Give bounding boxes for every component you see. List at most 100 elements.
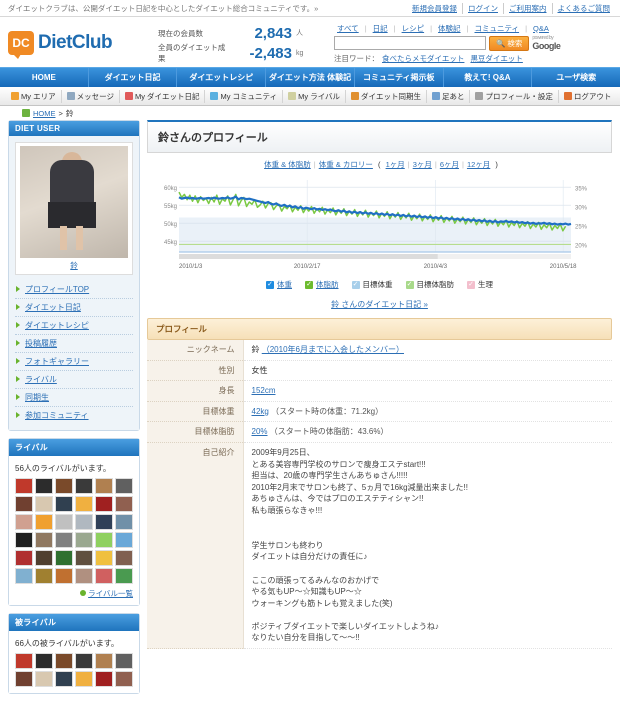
- sidebar-item-photo-gallery[interactable]: フォトギャラリー: [15, 353, 133, 371]
- rival-thumbnail[interactable]: [35, 496, 53, 512]
- legend-label-bodyfat[interactable]: 体脂肪: [316, 279, 339, 290]
- mnav-my-rival[interactable]: My ライバル: [283, 89, 347, 103]
- mnav-logout[interactable]: ログアウト: [559, 90, 617, 103]
- nickname-member-note-link[interactable]: （2010年6月までに入会したメンバー）: [262, 345, 404, 354]
- sidebar-link-photo-gallery[interactable]: フォトギャラリー: [25, 357, 89, 366]
- rival-thumbnail[interactable]: [75, 671, 93, 687]
- guide-link[interactable]: ご利用案内: [504, 2, 553, 14]
- rival-thumbnail[interactable]: [95, 478, 113, 494]
- rival-thumbnail[interactable]: [55, 568, 73, 584]
- sidebar-item-post-history[interactable]: 投稿履歴: [15, 335, 133, 353]
- rival-thumbnail[interactable]: [55, 478, 73, 494]
- range-6month[interactable]: 6ヶ月: [437, 160, 462, 169]
- rival-thumbnail[interactable]: [95, 532, 113, 548]
- rival-thumbnail[interactable]: [15, 478, 33, 494]
- rival-thumbnail[interactable]: [55, 532, 73, 548]
- legend-label-weight[interactable]: 体重: [277, 279, 292, 290]
- rival-thumbnail[interactable]: [35, 568, 53, 584]
- legend-item-target-bodyfat[interactable]: ✓ 目標体脂肪: [405, 279, 454, 290]
- rival-thumbnail[interactable]: [35, 671, 53, 687]
- checkbox-period[interactable]: ✓: [467, 280, 475, 289]
- range-1month[interactable]: 1ヶ月: [383, 160, 408, 169]
- rival-thumbnail[interactable]: [55, 496, 73, 512]
- sidebar-link-rival[interactable]: ライバル: [25, 375, 57, 384]
- sidebar-item-diet-recipe[interactable]: ダイエットレシピ: [15, 317, 133, 335]
- search-cat-all[interactable]: すべて: [334, 24, 362, 33]
- rival-thumbnail[interactable]: [35, 653, 53, 669]
- rival-thumbnail[interactable]: [115, 478, 133, 494]
- mnav-my-diary[interactable]: My ダイエット日記: [120, 89, 206, 103]
- avatar-name-link[interactable]: 鈴: [70, 261, 78, 270]
- sidebar-link-diet-recipe[interactable]: ダイエットレシピ: [25, 321, 89, 330]
- search-button[interactable]: 🔍 検索: [489, 35, 530, 51]
- rival-thumbnail[interactable]: [35, 478, 53, 494]
- rival-thumbnail[interactable]: [35, 532, 53, 548]
- rival-thumbnail[interactable]: [55, 514, 73, 530]
- rival-thumbnail[interactable]: [15, 514, 33, 530]
- rival-thumbnail[interactable]: [75, 478, 93, 494]
- target-bodyfat-link[interactable]: 20%: [252, 427, 268, 436]
- search-cat-experience[interactable]: 体験記: [435, 24, 464, 33]
- sidebar-link-communities[interactable]: 参加コミュニティ: [25, 411, 89, 420]
- checkbox-bodyfat[interactable]: ✓: [305, 280, 313, 289]
- sidebar-link-diet-diary[interactable]: ダイエット日記: [25, 303, 81, 312]
- search-input[interactable]: [334, 36, 486, 50]
- avatar-frame[interactable]: 鈴: [15, 142, 133, 275]
- rival-thumbnail[interactable]: [115, 568, 133, 584]
- sidebar-link-post-history[interactable]: 投稿履歴: [25, 339, 57, 348]
- rival-thumbnail[interactable]: [75, 514, 93, 530]
- mnav-my-community[interactable]: My コミュニティ: [205, 89, 284, 103]
- rival-thumbnail[interactable]: [75, 653, 93, 669]
- sidebar-link-peers[interactable]: 同期生: [25, 393, 49, 402]
- legend-item-target-weight[interactable]: ✓ 目標体重: [351, 279, 393, 290]
- site-logo[interactable]: DC DietClub: [8, 31, 158, 59]
- user-diary-link[interactable]: 鈴 さんのダイエット日記 »: [331, 300, 428, 309]
- checkbox-target-bodyfat[interactable]: ✓: [405, 280, 414, 289]
- rival-thumbnail[interactable]: [15, 671, 33, 687]
- sidebar-item-diet-diary[interactable]: ダイエット日記: [15, 299, 133, 317]
- rival-thumbnail[interactable]: [35, 550, 53, 566]
- rival-thumbnail[interactable]: [95, 550, 113, 566]
- gnav-diet-recipe[interactable]: ダイエットレシピ: [177, 68, 267, 87]
- sidebar-item-peers[interactable]: 同期生: [15, 389, 133, 407]
- rival-thumbnail[interactable]: [75, 568, 93, 584]
- rival-thumbnail[interactable]: [15, 653, 33, 669]
- hot-keyword-1[interactable]: 食べたらメモダイエット: [379, 54, 467, 63]
- checkbox-weight[interactable]: ✓: [266, 280, 274, 289]
- sidebar-item-communities[interactable]: 参加コミュニティ: [15, 407, 133, 424]
- rival-thumbnail[interactable]: [115, 496, 133, 512]
- rival-thumbnail[interactable]: [55, 550, 73, 566]
- mnav-diet-peers[interactable]: ダイエット同期生: [346, 89, 427, 103]
- rival-thumbnail[interactable]: [95, 496, 113, 512]
- rival-thumbnail[interactable]: [15, 496, 33, 512]
- register-link[interactable]: 新規会員登録: [407, 2, 463, 14]
- search-cat-diary[interactable]: 日記: [370, 24, 391, 33]
- rival-thumbnail[interactable]: [95, 653, 113, 669]
- search-cat-qa[interactable]: Q&A: [530, 24, 552, 33]
- faq-link[interactable]: よくあるご質問: [553, 3, 613, 14]
- breadcrumb-home-link[interactable]: HOME: [33, 109, 56, 118]
- legend-item-weight[interactable]: ✓ 体重: [266, 279, 292, 290]
- legend-item-period[interactable]: ✓ 生理: [467, 279, 493, 290]
- rival-more[interactable]: ライバル一覧: [15, 588, 133, 599]
- rival-thumbnail[interactable]: [15, 568, 33, 584]
- rival-thumbnail[interactable]: [75, 496, 93, 512]
- login-link[interactable]: ログイン: [463, 2, 504, 14]
- mnav-footprints[interactable]: 足あと: [427, 89, 471, 103]
- rival-thumbnail[interactable]: [115, 532, 133, 548]
- gnav-qa[interactable]: 教えて! Q&A: [444, 68, 533, 87]
- gnav-diet-diary[interactable]: ダイエット日記: [89, 68, 178, 87]
- rival-thumbnail[interactable]: [35, 514, 53, 530]
- checkbox-target-weight[interactable]: ✓: [351, 280, 360, 289]
- rival-list-link[interactable]: ライバル一覧: [88, 589, 133, 598]
- rival-thumbnail[interactable]: [15, 550, 33, 566]
- rival-thumbnail[interactable]: [115, 514, 133, 530]
- sidebar-item-rival[interactable]: ライバル: [15, 371, 133, 389]
- mnav-messages[interactable]: メッセージ: [62, 89, 120, 103]
- rival-thumbnail[interactable]: [115, 550, 133, 566]
- hot-keyword-2[interactable]: 黒豆ダイエット: [467, 54, 525, 63]
- rival-thumbnail[interactable]: [115, 653, 133, 669]
- rival-thumbnail[interactable]: [95, 671, 113, 687]
- rival-thumbnail[interactable]: [15, 532, 33, 548]
- gnav-user-search[interactable]: ユーザ検索: [532, 68, 620, 87]
